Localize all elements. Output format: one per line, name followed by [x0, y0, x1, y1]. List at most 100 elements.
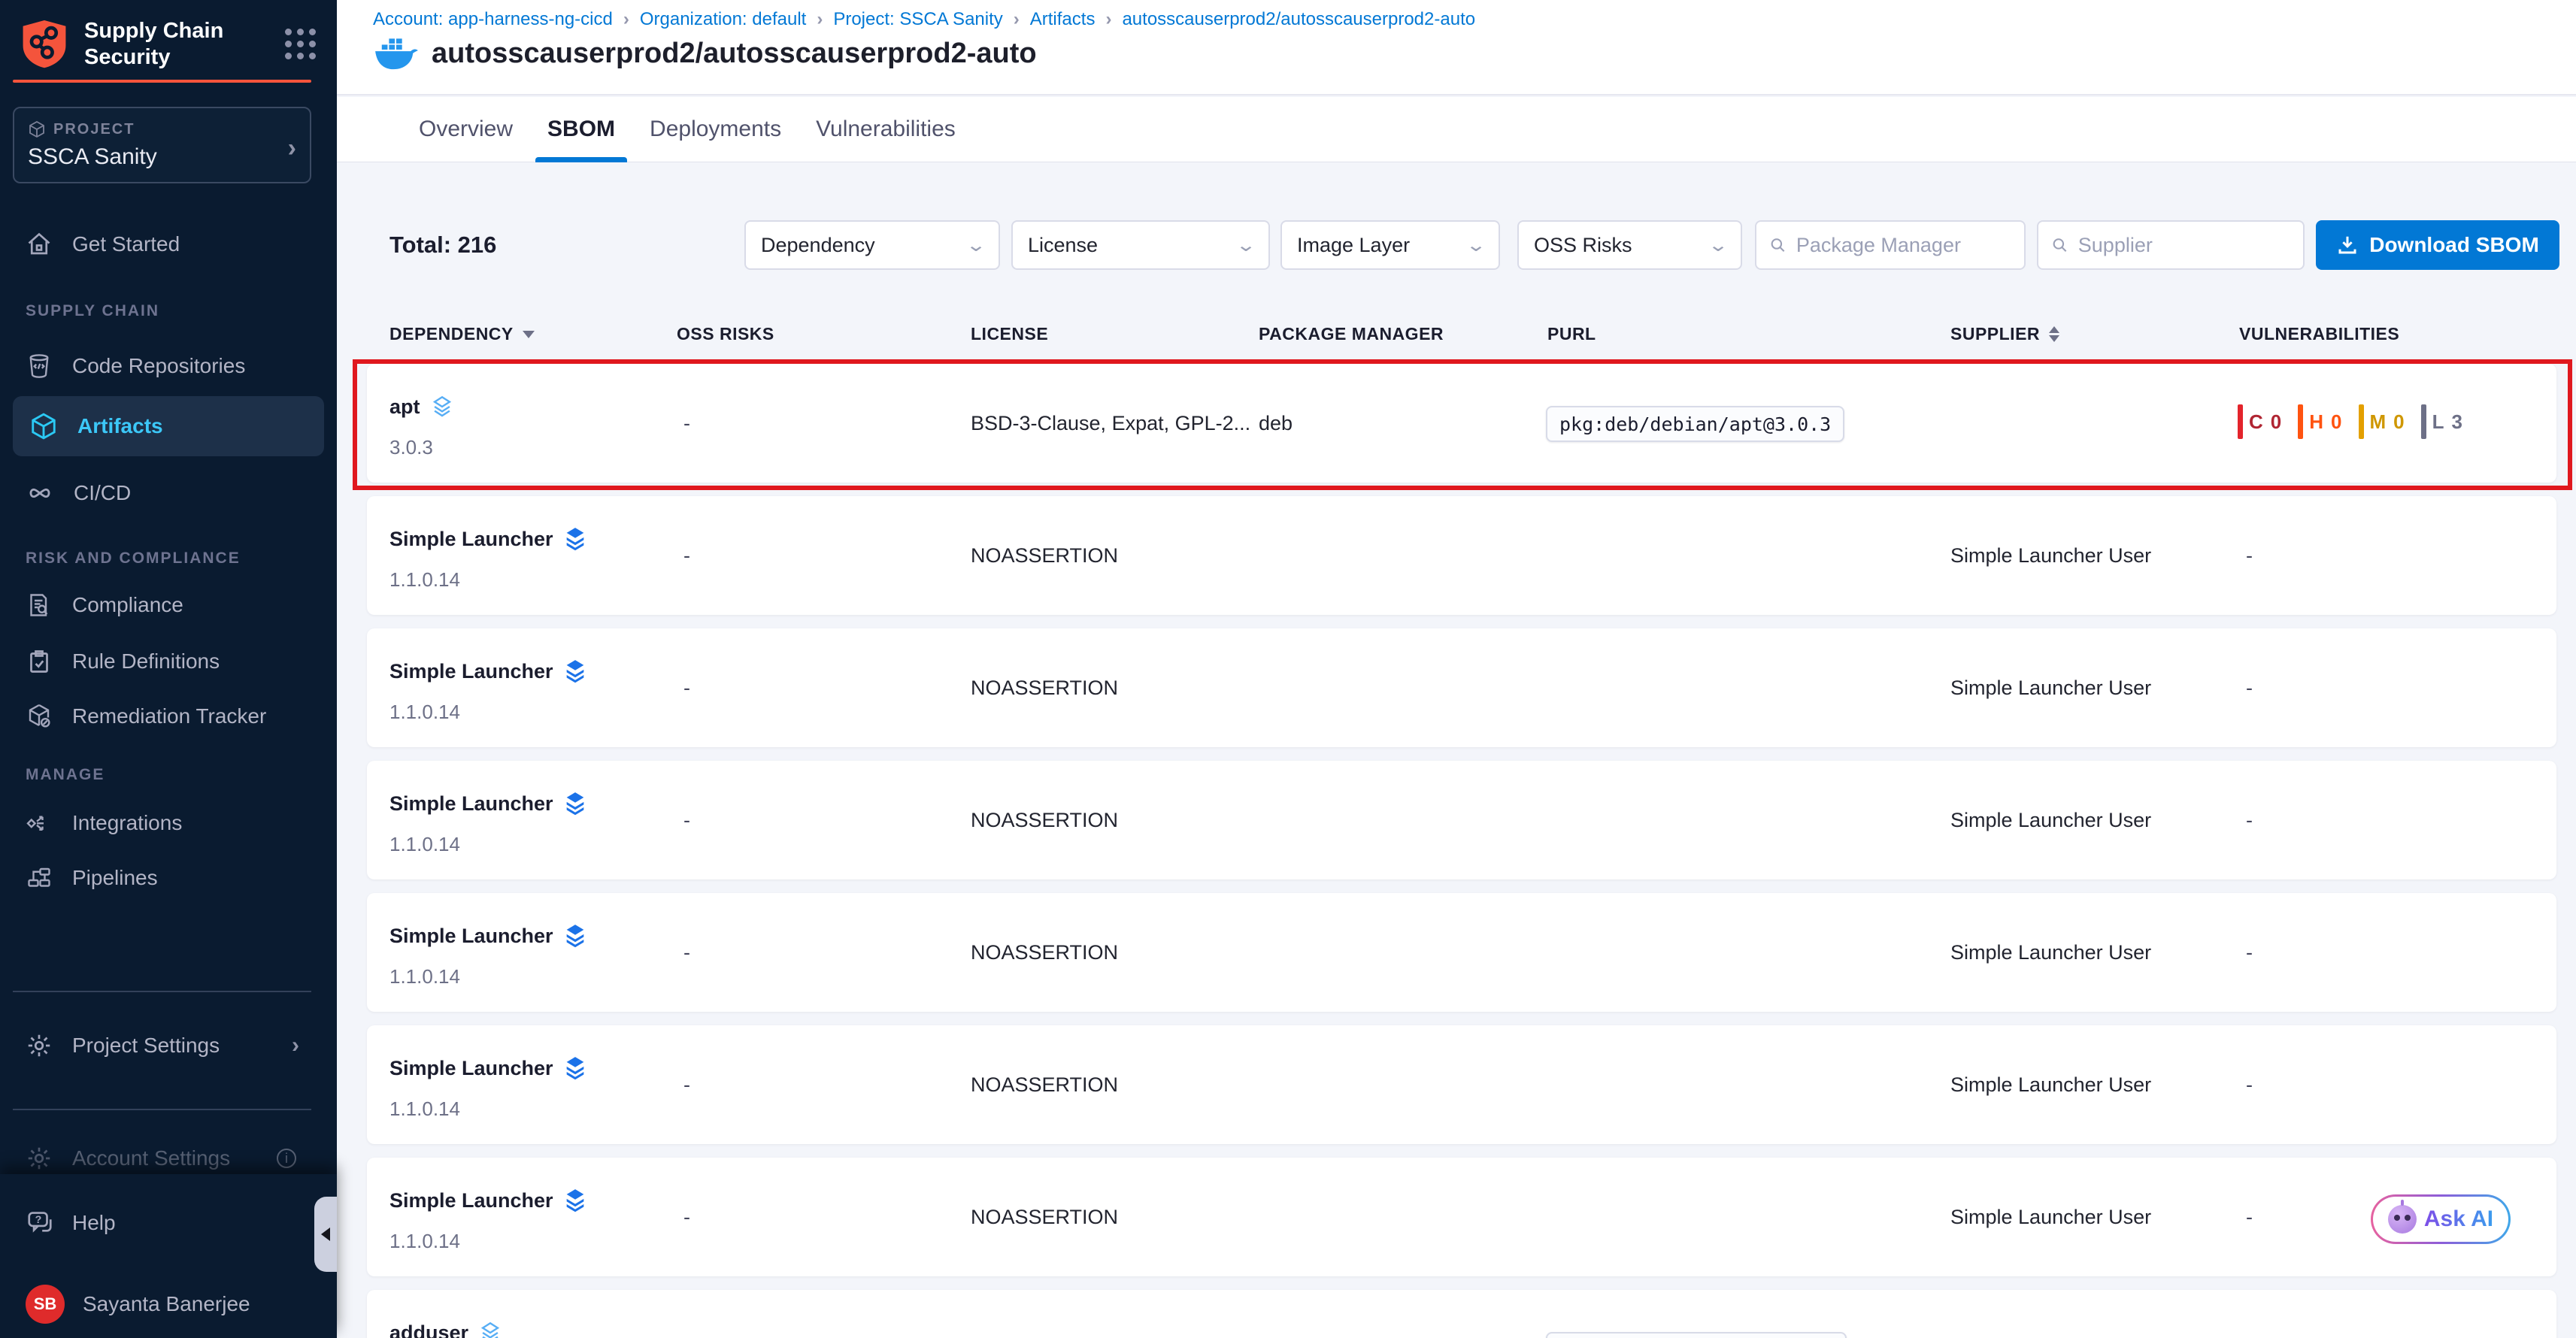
breadcrumb-artifacts[interactable]: Artifacts — [1030, 9, 1096, 30]
supplier-value: Simple Launcher User — [1950, 1073, 2151, 1097]
table-row-apt[interactable]: apt 3.0.3 - BSD-3-Clause, Expat, GPL-2..… — [367, 364, 2556, 483]
critical-count-badge: C0 — [2238, 404, 2283, 439]
table-row-simple-launcher[interactable]: Simple Launcher 1.1.0.14 - NOASSERTION S… — [367, 1158, 2556, 1276]
brand-title: Supply Chain Security — [84, 18, 242, 71]
purl-chip[interactable] — [1546, 1332, 1847, 1338]
vulnerabilities-value: - — [2246, 941, 2253, 964]
sidebar-item-help[interactable]: ? Help — [0, 1201, 337, 1245]
table-header: DEPENDENCY OSS RISKS LICENSE PACKAGE MAN… — [337, 324, 2576, 354]
package-manager-value: deb — [1259, 412, 1293, 435]
breadcrumb-organization[interactable]: Organization: default — [640, 9, 806, 30]
table-row-simple-launcher[interactable]: Simple Launcher 1.1.0.14 - NOASSERTION S… — [367, 893, 2556, 1012]
image-layer-filter-select[interactable]: Image Layer ⌄ — [1280, 220, 1500, 270]
supplier-value: Simple Launcher User — [1950, 809, 2151, 832]
dependency-name[interactable]: Simple Launcher — [389, 528, 553, 551]
dependency-name[interactable]: Simple Launcher — [389, 1189, 553, 1212]
user-name: Sayanta Banerjee — [83, 1292, 250, 1316]
package-manager-search-input[interactable] — [1796, 234, 2012, 257]
breadcrumb-current-artifact[interactable]: autosscauserprod2/autosscauserprod2-auto — [1122, 9, 1475, 30]
help-chat-icon: ? — [26, 1209, 54, 1237]
column-header-dependency[interactable]: DEPENDENCY — [389, 324, 535, 344]
sidebar-bottom-panel: ? Help SB Sayanta Banerjee — [0, 1174, 337, 1338]
project-cube-icon — [28, 120, 46, 138]
pipelines-icon — [26, 864, 53, 891]
oss-risks-filter-select[interactable]: OSS Risks ⌄ — [1517, 220, 1742, 270]
vulnerabilities-value: - — [2246, 1206, 2253, 1229]
gear-icon — [26, 1032, 53, 1059]
license-value: NOASSERTION — [971, 544, 1118, 568]
breadcrumb-separator-icon: › — [1105, 9, 1111, 30]
layers-filled-icon — [562, 526, 588, 552]
supplier-value: Simple Launcher User — [1950, 677, 2151, 700]
layers-filled-icon — [562, 658, 588, 684]
infinity-icon — [26, 479, 54, 507]
project-selector[interactable]: PROJECT SSCA Sanity › — [13, 107, 311, 183]
user-menu[interactable]: SB Sayanta Banerjee — [0, 1282, 337, 1326]
layers-outline-icon — [429, 394, 455, 419]
breadcrumb-project[interactable]: Project: SSCA Sanity — [833, 9, 1002, 30]
table-row-simple-launcher[interactable]: Simple Launcher 1.1.0.14 - NOASSERTION S… — [367, 761, 2556, 879]
sidebar-item-get-started[interactable]: Get Started — [0, 222, 337, 266]
column-header-package-manager: PACKAGE MANAGER — [1259, 324, 1444, 344]
box-tag-icon — [26, 703, 53, 730]
oss-risks-value: - — [683, 809, 690, 832]
chevron-left-icon — [321, 1228, 330, 1241]
sidebar-item-compliance[interactable]: Compliance — [0, 583, 337, 627]
column-header-supplier[interactable]: SUPPLIER — [1950, 324, 2059, 344]
tab-vulnerabilities[interactable]: Vulnerabilities — [816, 97, 956, 162]
dependency-name[interactable]: Simple Launcher — [389, 1057, 553, 1080]
ai-bot-icon — [2388, 1205, 2417, 1234]
dependency-name[interactable]: Simple Launcher — [389, 925, 553, 948]
sidebar-item-pipelines[interactable]: Pipelines — [0, 856, 337, 900]
sidebar: Supply Chain Security PROJECT SSCA Sanit… — [0, 0, 337, 1338]
ask-ai-button[interactable]: Ask AI — [2371, 1194, 2511, 1244]
dependency-name[interactable]: apt — [389, 395, 420, 419]
gear-icon — [26, 1145, 53, 1172]
sidebar-item-remediation-tracker[interactable]: Remediation Tracker — [0, 695, 337, 738]
sidebar-item-artifacts[interactable]: Artifacts — [13, 396, 324, 456]
supply-chain-security-logo-icon — [21, 18, 68, 69]
tab-deployments[interactable]: Deployments — [650, 97, 781, 162]
dependency-version: 3.0.3 — [389, 436, 433, 459]
integrations-icon — [26, 810, 53, 837]
sidebar-item-rule-definitions[interactable]: Rule Definitions — [0, 640, 337, 683]
low-count-badge: L3 — [2421, 404, 2464, 439]
table-row-simple-launcher[interactable]: Simple Launcher 1.1.0.14 - NOASSERTION S… — [367, 496, 2556, 615]
dependency-name[interactable]: Simple Launcher — [389, 660, 553, 683]
dependency-version: 1.1.0.14 — [389, 1230, 460, 1253]
sidebar-section-supply-chain: SUPPLY CHAIN — [26, 302, 159, 320]
table-row-simple-launcher[interactable]: Simple Launcher 1.1.0.14 - NOASSERTION S… — [367, 1025, 2556, 1144]
license-value: BSD-3-Clause, Expat, GPL-2... — [971, 412, 1250, 435]
tab-sbom[interactable]: SBOM — [547, 97, 615, 162]
page-title: autosscauserprod2/autosscauserprod2-auto — [432, 38, 1037, 70]
sidebar-item-integrations[interactable]: Integrations — [0, 801, 337, 845]
avatar: SB — [26, 1285, 65, 1324]
home-icon — [26, 231, 53, 258]
purl-chip[interactable]: pkg:deb/debian/apt@3.0.3 — [1546, 406, 1844, 442]
table-row-adduser[interactable]: adduser — [367, 1290, 2556, 1338]
sidebar-item-project-settings[interactable]: Project Settings › — [0, 1024, 337, 1067]
oss-risks-value: - — [683, 677, 690, 700]
license-filter-select[interactable]: License ⌄ — [1011, 220, 1270, 270]
tab-overview[interactable]: Overview — [419, 97, 513, 162]
chevron-down-icon: ⌄ — [1465, 235, 1487, 256]
sidebar-item-cicd[interactable]: CI/CD — [0, 471, 337, 515]
brand: Supply Chain Security — [21, 18, 316, 71]
sidebar-collapse-handle[interactable] — [314, 1197, 337, 1272]
layers-outline-icon — [477, 1320, 503, 1338]
project-label: PROJECT — [28, 120, 296, 138]
download-sbom-button[interactable]: Download SBOM — [2316, 220, 2559, 270]
table-row-simple-launcher[interactable]: Simple Launcher 1.1.0.14 - NOASSERTION S… — [367, 628, 2556, 747]
high-count-badge: H0 — [2298, 404, 2343, 439]
oss-risks-value: - — [683, 1206, 690, 1229]
dependency-name[interactable]: adduser — [389, 1321, 468, 1338]
module-switcher-grid-icon[interactable] — [285, 29, 316, 59]
sidebar-item-code-repositories[interactable]: Code Repositories — [0, 344, 337, 388]
layers-filled-icon — [562, 1055, 588, 1081]
dependency-name[interactable]: Simple Launcher — [389, 792, 553, 816]
breadcrumb-separator-icon: › — [817, 9, 823, 30]
breadcrumb-account[interactable]: Account: app-harness-ng-cicd — [373, 9, 613, 30]
supplier-search-input[interactable] — [2078, 234, 2291, 257]
dependency-filter-select[interactable]: Dependency ⌄ — [744, 220, 1000, 270]
column-header-license: LICENSE — [971, 324, 1048, 344]
